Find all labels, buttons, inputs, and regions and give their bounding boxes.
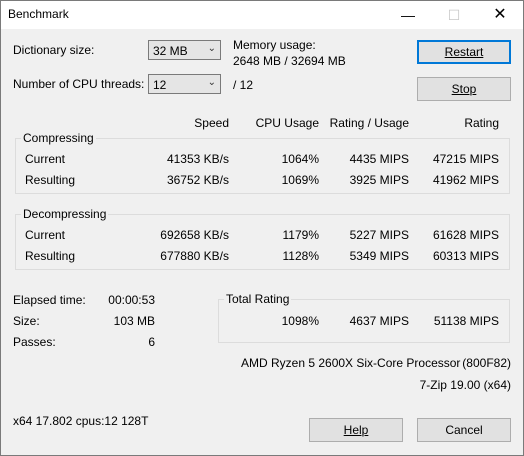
size-label: Size: (13, 314, 40, 328)
cpu-threads-total: / 12 (233, 78, 254, 92)
minimize-button[interactable]: — (385, 1, 431, 29)
decompress-current-rating: 61628 MIPS (432, 228, 499, 242)
benchmark-window: Benchmark — ☐ ✕ Dictionary size: 32 MB ⌄… (0, 0, 524, 456)
restart-button[interactable]: Restart (417, 40, 511, 64)
total-rating-usage: 4637 MIPS (349, 314, 409, 328)
total-rating-value: 51138 MIPS (433, 314, 499, 328)
compressing-title: Compressing (21, 131, 96, 145)
memory-usage-value: 2648 MB / 32694 MB (233, 54, 346, 68)
cpu-threads-value: 12 (153, 78, 167, 92)
decompress-resulting-speed: 677880 KB/s (160, 249, 229, 263)
cpu-threads-label: Number of CPU threads: (13, 77, 145, 91)
title-bar: Benchmark — ☐ ✕ (1, 1, 523, 29)
dictionary-size-combo[interactable]: 32 MB ⌄ (148, 40, 221, 60)
decompressing-title: Decompressing (21, 207, 109, 221)
decompress-resulting-cpu: 1128% (282, 249, 319, 263)
compress-resulting-speed: 36752 KB/s (166, 173, 229, 187)
compress-resulting-rating: 41962 MIPS (432, 173, 499, 187)
cpu-threads-combo[interactable]: 12 ⌄ (148, 74, 221, 94)
decompress-resulting-rating: 60313 MIPS (432, 249, 499, 263)
system-info: x64 17.802 cpus:12 128T (13, 414, 149, 428)
compress-current-rating: 47215 MIPS (432, 152, 499, 166)
elapsed-time-value: 00:00:53 (108, 293, 155, 307)
column-rating: Rating (464, 116, 499, 130)
decompress-current-rating-usage: 5227 MIPS (349, 228, 409, 242)
size-value: 103 MB (113, 314, 155, 328)
compress-current-cpu: 1064% (281, 152, 319, 166)
decompress-current-cpu: 1179% (282, 228, 319, 242)
total-rating-title: Total Rating (224, 292, 292, 306)
help-label: Help (343, 423, 369, 437)
decompress-current-label: Current (25, 228, 66, 242)
compress-resulting-cpu: 1069% (281, 173, 319, 187)
compress-resulting-rating-usage: 3925 MIPS (349, 173, 409, 187)
restart-label: Restart (444, 45, 484, 59)
chevron-down-icon: ⌄ (207, 43, 216, 54)
cpu-id: (800F82) (462, 356, 511, 370)
stop-label: Stop (451, 82, 477, 96)
help-button[interactable]: Help (309, 418, 403, 442)
passes-value: 6 (148, 335, 155, 349)
dictionary-size-label: Dictionary size: (13, 43, 95, 57)
compress-current-rating-usage: 4435 MIPS (349, 152, 409, 166)
window-title: Benchmark (8, 7, 69, 21)
column-rating-usage: Rating / Usage (329, 116, 409, 130)
version-info: 7-Zip 19.00 (x64) (419, 378, 511, 392)
decompress-resulting-label: Resulting (25, 249, 76, 263)
chevron-down-icon: ⌄ (207, 77, 216, 88)
cpu-name: AMD Ryzen 5 2600X Six-Core Processor (241, 356, 461, 370)
total-cpu-usage: 1098% (281, 314, 319, 328)
compress-current-label: Current (25, 152, 66, 166)
compress-resulting-label: Resulting (25, 173, 76, 187)
dictionary-size-value: 32 MB (153, 44, 188, 58)
compress-current-speed: 41353 KB/s (166, 152, 229, 166)
maximize-button: ☐ (447, 7, 461, 23)
memory-usage-label: Memory usage: (233, 38, 316, 52)
decompress-current-speed: 692658 KB/s (160, 228, 229, 242)
stop-button[interactable]: Stop (417, 77, 511, 101)
close-button[interactable]: ✕ (477, 1, 523, 29)
passes-label: Passes: (13, 335, 56, 349)
column-speed: Speed (194, 116, 229, 130)
cancel-label: Cancel (445, 423, 483, 437)
column-cpu-usage: CPU Usage (255, 116, 319, 130)
cancel-button[interactable]: Cancel (417, 418, 511, 442)
decompress-resulting-rating-usage: 5349 MIPS (349, 249, 409, 263)
